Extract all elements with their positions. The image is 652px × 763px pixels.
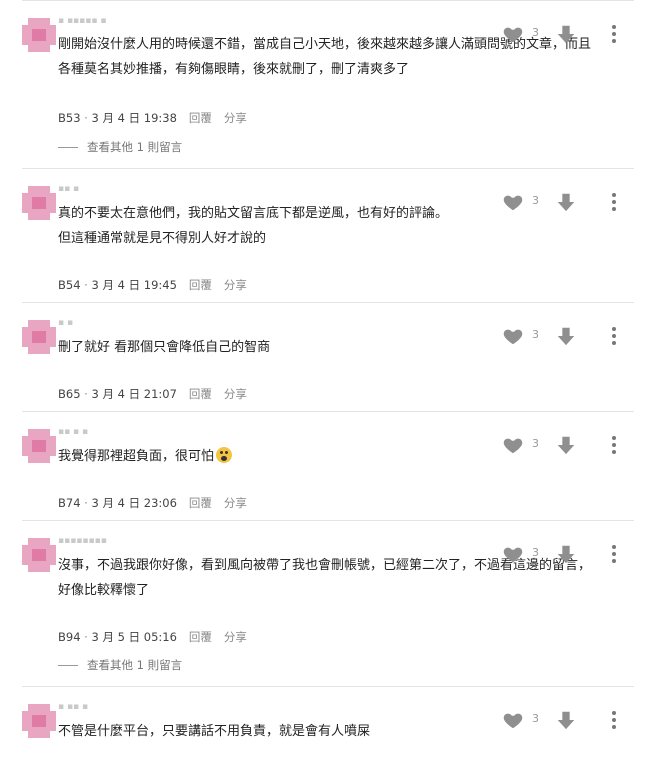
reply-button[interactable]: 回覆 xyxy=(189,278,212,292)
meta-separator: · xyxy=(80,387,92,401)
thumb-down-arrow-icon[interactable] xyxy=(555,543,577,565)
comment-meta: B65 · 3 月 4 日 21:07 回覆 分享 xyxy=(58,386,247,402)
floor-number: B94 xyxy=(58,630,81,644)
comment-divider xyxy=(22,168,634,169)
more-vertical-icon[interactable] xyxy=(606,543,622,565)
thumb-down-arrow-icon[interactable] xyxy=(555,191,577,213)
like-count: 3 xyxy=(532,712,539,725)
comment-date: 3 月 4 日 19:38 xyxy=(91,111,177,125)
share-button[interactable]: 分享 xyxy=(224,496,247,510)
floor-number: B74 xyxy=(58,496,81,510)
comment-item: ▪▪ ▪ ▪ 我覺得那裡超負面，很可怕 B74 · 3 月 4 日 23:06 回覆分… xyxy=(22,427,634,520)
comment-meta: B53 · 3 月 4 日 19:38 回覆 分享 xyxy=(58,110,247,126)
comment-actions: 3 xyxy=(502,325,634,347)
fearful-face-emoji-icon xyxy=(216,447,233,463)
comment-actions: 3 xyxy=(502,709,634,731)
comment-actions: 3 xyxy=(502,191,634,213)
comment-date: 3 月 4 日 19:45 xyxy=(91,278,177,292)
view-more-replies-link[interactable]: 查看其他 1 則留言 xyxy=(58,657,182,673)
share-button[interactable]: 分享 xyxy=(224,111,247,125)
reply-button[interactable]: 回覆 xyxy=(189,111,212,125)
avatar[interactable] xyxy=(22,186,56,220)
meta-separator: · xyxy=(80,496,92,510)
heart-icon[interactable] xyxy=(502,191,524,213)
username-blurred[interactable]: ▪▪ ▪ xyxy=(58,184,79,194)
like-count: 3 xyxy=(532,437,539,450)
comment-item: ▪▪▪▪▪▪▪▪ 沒事，不過我跟你好像，看到風向被帶了我也會刪帳號，已經第二次了，… xyxy=(22,536,634,686)
like-count: 3 xyxy=(532,546,539,559)
thumb-down-arrow-icon[interactable] xyxy=(555,709,577,731)
floor-number: B65 xyxy=(58,387,81,401)
heart-icon[interactable] xyxy=(502,434,524,456)
dash-line xyxy=(58,664,78,666)
heart-icon[interactable] xyxy=(502,325,524,347)
comment-divider xyxy=(22,520,634,521)
reply-button[interactable]: 回覆 xyxy=(189,496,212,510)
share-button[interactable]: 分享 xyxy=(224,630,247,644)
heart-icon[interactable] xyxy=(502,543,524,565)
share-button[interactable]: 分享 xyxy=(224,278,247,292)
meta-separator: · xyxy=(80,630,92,644)
avatar[interactable] xyxy=(22,704,56,738)
comment-actions: 3 xyxy=(502,23,634,45)
reply-button[interactable]: 回覆 xyxy=(189,387,212,401)
username-blurred[interactable]: ▪▪▪▪▪▪▪▪ xyxy=(58,536,107,546)
comment-date: 3 月 4 日 23:06 xyxy=(91,496,177,510)
comment-item: ▪ ▪▪▪▪▪ ▪ 剛開始沒什麼人用的時候還不錯，當成自己小天地，後來越來越多讓人… xyxy=(22,16,634,168)
comment-meta: B54 · 3 月 4 日 19:45 回覆 分享 xyxy=(58,277,247,293)
comment-actions: 3 xyxy=(502,434,634,456)
avatar[interactable] xyxy=(22,320,56,354)
avatar[interactable] xyxy=(22,538,56,572)
comment-item: ▪ ▪ 刪了就好 看那個只會降低自己的智商 B65 · 3 月 4 日 21:07 回… xyxy=(22,318,634,411)
comment-divider xyxy=(22,411,634,412)
dash-line xyxy=(58,146,78,148)
comment-date: 3 月 4 日 21:07 xyxy=(91,387,177,401)
username-blurred[interactable]: ▪ ▪ xyxy=(58,318,73,328)
meta-separator: · xyxy=(80,111,92,125)
comment-divider xyxy=(22,302,634,303)
comment-meta: B74 · 3 月 4 日 23:06 回覆 分享 xyxy=(58,495,247,511)
view-more-replies-link[interactable]: 查看其他 1 則留言 xyxy=(58,139,182,155)
more-vertical-icon[interactable] xyxy=(606,191,622,213)
avatar[interactable] xyxy=(22,18,56,52)
more-vertical-icon[interactable] xyxy=(606,434,622,456)
comment-divider xyxy=(22,686,634,687)
comment-item: ▪ ▪▪ ▪ 不管是什麼平台，只要講話不用負責，就是會有人噴屎 3 xyxy=(22,702,634,763)
comment-date: 3 月 5 日 05:16 xyxy=(91,630,177,644)
comment-list: ▪ ▪▪▪▪▪ ▪ 剛開始沒什麼人用的時候還不錯，當成自己小天地，後來越來越多讓人… xyxy=(0,0,652,763)
more-vertical-icon[interactable] xyxy=(606,23,622,45)
thumb-down-arrow-icon[interactable] xyxy=(555,325,577,347)
view-more-replies-label: 查看其他 1 則留言 xyxy=(87,140,183,154)
like-count: 3 xyxy=(532,194,539,207)
share-button[interactable]: 分享 xyxy=(224,387,247,401)
top-divider xyxy=(22,0,634,1)
heart-icon[interactable] xyxy=(502,709,524,731)
username-blurred[interactable]: ▪▪ ▪ ▪ xyxy=(58,427,88,437)
floor-number: B53 xyxy=(58,111,81,125)
meta-separator: · xyxy=(80,278,92,292)
like-count: 3 xyxy=(532,328,539,341)
floor-number: B54 xyxy=(58,278,81,292)
more-vertical-icon[interactable] xyxy=(606,709,622,731)
username-blurred[interactable]: ▪ ▪▪ ▪ xyxy=(58,702,88,712)
comment-text-content: 我覺得那裡超負面，很可怕 xyxy=(58,449,215,464)
thumb-down-arrow-icon[interactable] xyxy=(555,434,577,456)
comment-actions: 3 xyxy=(502,543,634,565)
like-count: 3 xyxy=(532,26,539,39)
username-blurred[interactable]: ▪ ▪▪▪▪▪ ▪ xyxy=(58,16,106,26)
reply-button[interactable]: 回覆 xyxy=(189,630,212,644)
avatar[interactable] xyxy=(22,429,56,463)
thumb-down-arrow-icon[interactable] xyxy=(555,23,577,45)
heart-icon[interactable] xyxy=(502,23,524,45)
comment-meta: B94 · 3 月 5 日 05:16 回覆 分享 xyxy=(58,629,247,645)
view-more-replies-label: 查看其他 1 則留言 xyxy=(87,658,183,672)
comment-item: ▪▪ ▪ 真的不要太在意他們，我的貼文留言底下都是逆風，也有好的評論。 但這種通常… xyxy=(22,184,634,302)
more-vertical-icon[interactable] xyxy=(606,325,622,347)
